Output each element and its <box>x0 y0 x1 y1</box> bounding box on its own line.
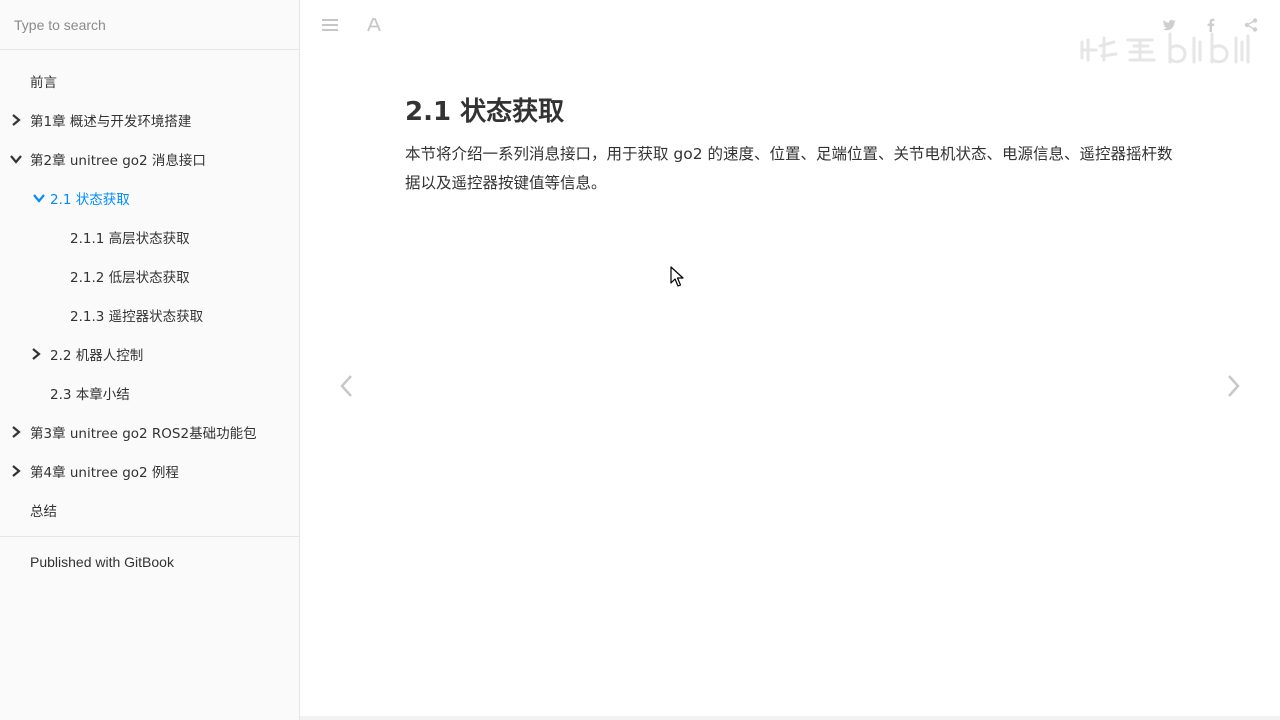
gitbook-window: 前言 第1章 概述与开发环境搭建 第2章 unitree go2 消息接口 <box>0 0 1280 720</box>
chevron-down-icon[interactable] <box>32 178 46 217</box>
sidebar-item-label: 第2章 unitree go2 消息接口 <box>30 152 206 169</box>
search-input[interactable] <box>0 0 299 50</box>
chevron-down-icon[interactable] <box>9 139 23 178</box>
sidebar-item-label: 2.1.3 遥控器状态获取 <box>70 308 204 325</box>
sidebar-item-label: 2.1.2 低层状态获取 <box>70 269 190 286</box>
sidebar-divider <box>0 536 299 537</box>
sidebar-item-chapter-3[interactable]: 第3章 unitree go2 ROS2基础功能包 <box>0 412 299 451</box>
sidebar-item-label: 2.3 本章小结 <box>50 386 130 403</box>
published-with-gitbook-link[interactable]: Published with GitBook <box>30 550 174 574</box>
sidebar-item-label: 第4章 unitree go2 例程 <box>30 464 179 481</box>
video-watermark-logo <box>1078 28 1258 70</box>
sidebar-item-2-1-2[interactable]: 2.1.2 低层状态获取 <box>0 256 299 295</box>
sidebar-item-2-1-1[interactable]: 2.1.1 高层状态获取 <box>0 217 299 256</box>
sidebar-item-2-3[interactable]: 2.3 本章小结 <box>0 373 299 412</box>
chevron-right-icon[interactable] <box>9 451 23 490</box>
sidebar-item-label: 2.1.1 高层状态获取 <box>70 230 190 247</box>
previous-page-chevron-left-icon[interactable] <box>326 366 366 406</box>
bottom-strip <box>300 716 1280 720</box>
sidebar-item-chapter-1[interactable]: 第1章 概述与开发环境搭建 <box>0 100 299 139</box>
font-settings-icon[interactable] <box>359 10 389 40</box>
sidebar-item-label: 前言 <box>30 74 57 91</box>
page-paragraph: 本节将介绍一系列消息接口，用于获取 go2 的速度、位置、足端位置、关节电机状态… <box>405 145 1173 192</box>
page-title: 2.1 状态获取 <box>405 97 565 128</box>
next-page-chevron-right-icon[interactable] <box>1214 366 1254 406</box>
sidebar-item-label: 总结 <box>30 503 57 520</box>
chevron-right-icon[interactable] <box>9 412 23 451</box>
sidebar: 前言 第1章 概述与开发环境搭建 第2章 unitree go2 消息接口 <box>0 0 300 720</box>
sidebar-item-preface[interactable]: 前言 <box>0 61 299 100</box>
chevron-right-icon[interactable] <box>29 334 43 373</box>
sidebar-item-2-1-3[interactable]: 2.1.3 遥控器状态获取 <box>0 295 299 334</box>
sidebar-item-chapter-4[interactable]: 第4章 unitree go2 例程 <box>0 451 299 490</box>
sidebar-item-chapter-2[interactable]: 第2章 unitree go2 消息接口 <box>0 139 299 178</box>
sidebar-item-label: 2.2 机器人控制 <box>50 347 144 364</box>
mouse-cursor-icon <box>670 266 684 288</box>
sidebar-item-label: 2.1 状态获取 <box>50 191 130 208</box>
sidebar-item-2-2[interactable]: 2.2 机器人控制 <box>0 334 299 373</box>
sidebar-item-2-1[interactable]: 2.1 状态获取 <box>0 178 299 217</box>
sidebar-item-summary[interactable]: 总结 <box>0 490 299 529</box>
chevron-right-icon[interactable] <box>9 100 23 139</box>
search-box <box>0 0 299 50</box>
hamburger-icon[interactable] <box>315 10 345 40</box>
sidebar-item-label: 第3章 unitree go2 ROS2基础功能包 <box>30 425 257 442</box>
sidebar-item-label: 第1章 概述与开发环境搭建 <box>30 113 192 130</box>
